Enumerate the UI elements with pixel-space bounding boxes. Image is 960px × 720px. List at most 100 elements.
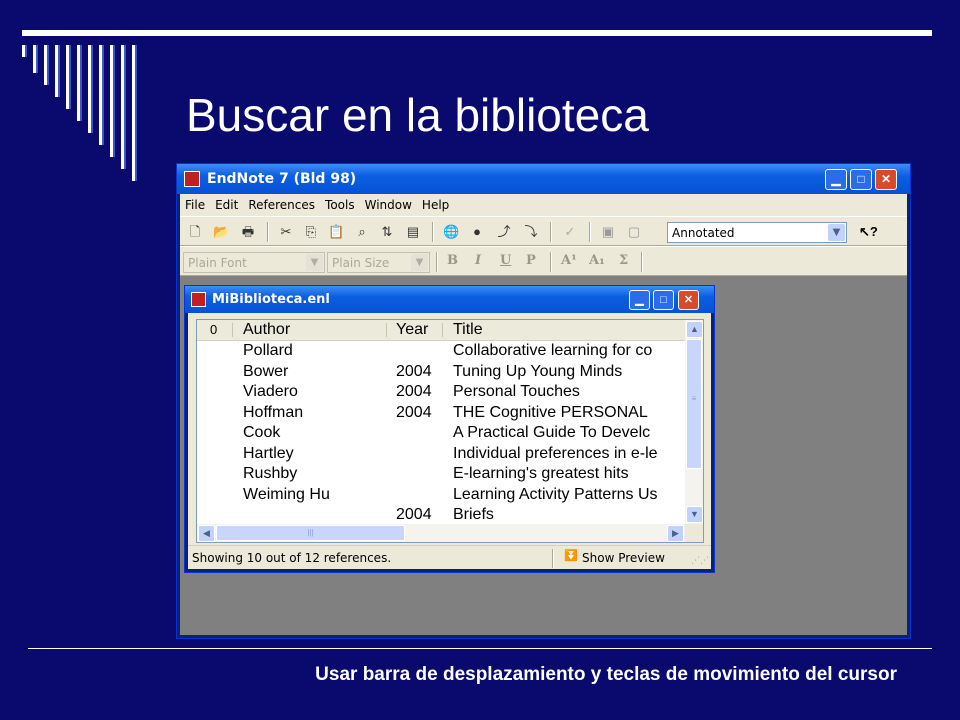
insert-citation-icon[interactable]: ⤴ xyxy=(496,224,512,239)
toolbar-separator xyxy=(436,252,438,272)
table-row[interactable]: Viadero 2004 Personal Touches xyxy=(197,382,685,403)
whats-this-help-icon[interactable]: ↖? xyxy=(859,224,878,239)
app-titlebar[interactable]: EndNote 7 (Bld 98) ▁ □ ✕ xyxy=(177,164,910,194)
font-select[interactable]: Plain Font ▼ xyxy=(183,252,325,273)
status-separator xyxy=(552,549,554,568)
status-bar: Showing 10 out of 12 references. ⏬ Show … xyxy=(188,545,711,570)
library-titlebar[interactable]: MiBiblioteca.enl ▁ □ ✕ xyxy=(185,286,714,313)
sort-az-icon[interactable]: ⇅ xyxy=(379,224,395,239)
figure-icon[interactable]: ▢ xyxy=(626,224,642,239)
column-separator[interactable] xyxy=(386,323,387,337)
symbol-button[interactable]: Σ xyxy=(619,253,628,268)
library-maximize-button[interactable]: □ xyxy=(653,290,674,310)
spell-check-icon[interactable]: ✓ xyxy=(562,224,578,239)
horizontal-scrollbar[interactable]: ◀ ||| ▶ xyxy=(197,524,685,542)
underline-button[interactable]: U xyxy=(500,253,511,268)
row-author: Rushby xyxy=(243,465,298,482)
author-column-header[interactable]: Author xyxy=(243,320,290,340)
scroll-up-icon[interactable]: ▲ xyxy=(686,321,703,338)
open-folder-icon[interactable]: 📂 xyxy=(213,224,229,239)
row-title: Tuning Up Young Minds xyxy=(453,362,623,380)
print-icon[interactable]: 🖶 xyxy=(240,224,256,239)
size-select[interactable]: Plain Size ▼ xyxy=(327,252,430,273)
row-author: Viadero xyxy=(243,383,298,400)
binoculars-icon[interactable]: ⌕ xyxy=(354,224,370,239)
image-icon[interactable]: ▣ xyxy=(600,224,616,239)
row-author: Hoffman xyxy=(243,403,304,421)
close-button[interactable]: ✕ xyxy=(875,169,897,190)
row-title: Briefs xyxy=(453,506,494,523)
table-row[interactable]: 2004 Briefs xyxy=(197,505,685,526)
cut-icon[interactable]: ✂ xyxy=(278,224,294,239)
library-body: 0 Author Year Title Pollard Collaborative… xyxy=(188,313,711,569)
maximize-button[interactable]: □ xyxy=(850,169,872,190)
title-column-header[interactable]: Title xyxy=(453,320,483,340)
table-row[interactable]: Bower 2004 Tuning Up Young Minds xyxy=(197,362,685,383)
decorative-bar xyxy=(132,45,137,181)
reference-list: 0 Author Year Title Pollard Collaborative… xyxy=(196,319,704,543)
plain-button[interactable]: P xyxy=(526,253,536,268)
row-year: 2004 xyxy=(396,383,432,400)
vertical-scrollbar[interactable]: ▲ ≡ ▼ xyxy=(685,320,703,524)
library-window: MiBiblioteca.enl ▁ □ ✕ 0 Author Year Tit… xyxy=(184,285,715,573)
decorative-bar xyxy=(22,45,27,57)
menu-window[interactable]: Window xyxy=(360,194,417,212)
font-select-value: Plain Font xyxy=(188,256,247,270)
chevron-down-icon[interactable]: ▼ xyxy=(306,254,323,271)
chevron-down-icon[interactable]: ▼ xyxy=(411,254,428,271)
scroll-down-icon[interactable]: ▼ xyxy=(686,506,703,523)
new-document-icon[interactable]: 🗋 xyxy=(187,224,203,239)
library-close-button[interactable]: ✕ xyxy=(678,290,699,310)
status-text: Showing 10 out of 12 references. xyxy=(192,551,392,565)
italic-button[interactable]: I xyxy=(475,253,481,268)
decorative-bar xyxy=(44,45,49,85)
table-row[interactable]: Cook A Practical Guide To Develc xyxy=(197,423,685,444)
copy-icon[interactable]: ⎘ xyxy=(303,224,319,239)
menu-file[interactable]: File xyxy=(180,194,210,212)
bold-button[interactable]: B xyxy=(447,253,458,268)
resize-grip-icon[interactable]: ⋰⋰ xyxy=(691,556,709,566)
endnote-app-icon[interactable] xyxy=(184,171,200,187)
menu-references[interactable]: References xyxy=(243,194,320,212)
year-column-header[interactable]: Year xyxy=(396,320,428,340)
column-separator[interactable] xyxy=(442,323,443,337)
library-title: MiBiblioteca.enl xyxy=(212,292,330,307)
menu-help[interactable]: Help xyxy=(417,194,454,212)
expand-preview-icon[interactable]: ⏬ xyxy=(564,549,578,562)
superscript-button[interactable]: A¹ xyxy=(561,253,577,268)
scroll-left-icon[interactable]: ◀ xyxy=(198,525,215,542)
row-title: Collaborative learning for co xyxy=(453,342,653,359)
horizontal-scroll-thumb[interactable]: ||| xyxy=(216,525,405,541)
menu-tools[interactable]: Tools xyxy=(320,194,360,212)
subscript-button[interactable]: A₁ xyxy=(589,253,605,268)
library-icon[interactable] xyxy=(191,292,206,307)
table-row[interactable]: Weiming Hu Learning Activity Patterns Us xyxy=(197,485,685,506)
library-minimize-button[interactable]: ▁ xyxy=(629,290,650,310)
table-row[interactable]: Hoffman 2004 THE Cognitive PERSONAL xyxy=(197,403,685,424)
show-preview-button[interactable]: Show Preview xyxy=(582,551,665,565)
paste-icon[interactable]: 📋 xyxy=(328,224,344,239)
menu-edit[interactable]: Edit xyxy=(210,194,243,212)
decorative-bar xyxy=(55,45,60,97)
stack-icon[interactable]: ▤ xyxy=(405,224,421,239)
scroll-right-icon[interactable]: ▶ xyxy=(667,525,684,542)
attachment-column-header[interactable]: 0 xyxy=(210,320,217,340)
decorative-bar xyxy=(88,45,93,133)
go-to-word-icon[interactable]: ⤵ xyxy=(523,224,539,239)
vertical-scroll-thumb[interactable]: ≡ xyxy=(686,339,702,469)
row-title: THE Cognitive PERSONAL xyxy=(453,403,648,421)
globe-icon[interactable]: 🌐 xyxy=(443,224,459,239)
minimize-button[interactable]: ▁ xyxy=(825,169,847,190)
toolbar-separator xyxy=(267,222,269,242)
row-author: Bower xyxy=(243,362,289,380)
toolbar-separator xyxy=(641,252,643,272)
table-row[interactable]: Hartley Individual preferences in e-le xyxy=(197,444,685,465)
decorative-bar xyxy=(121,45,126,169)
output-style-select[interactable]: Annotated ▼ xyxy=(667,222,847,243)
chevron-down-icon[interactable]: ▼ xyxy=(828,224,845,241)
decorative-bar xyxy=(77,45,82,121)
column-separator[interactable] xyxy=(232,323,233,337)
table-row[interactable]: Rushby E-learning's greatest hits xyxy=(197,464,685,485)
online-search-icon[interactable]: ● xyxy=(469,224,485,239)
table-row[interactable]: Pollard Collaborative learning for co xyxy=(197,341,685,362)
